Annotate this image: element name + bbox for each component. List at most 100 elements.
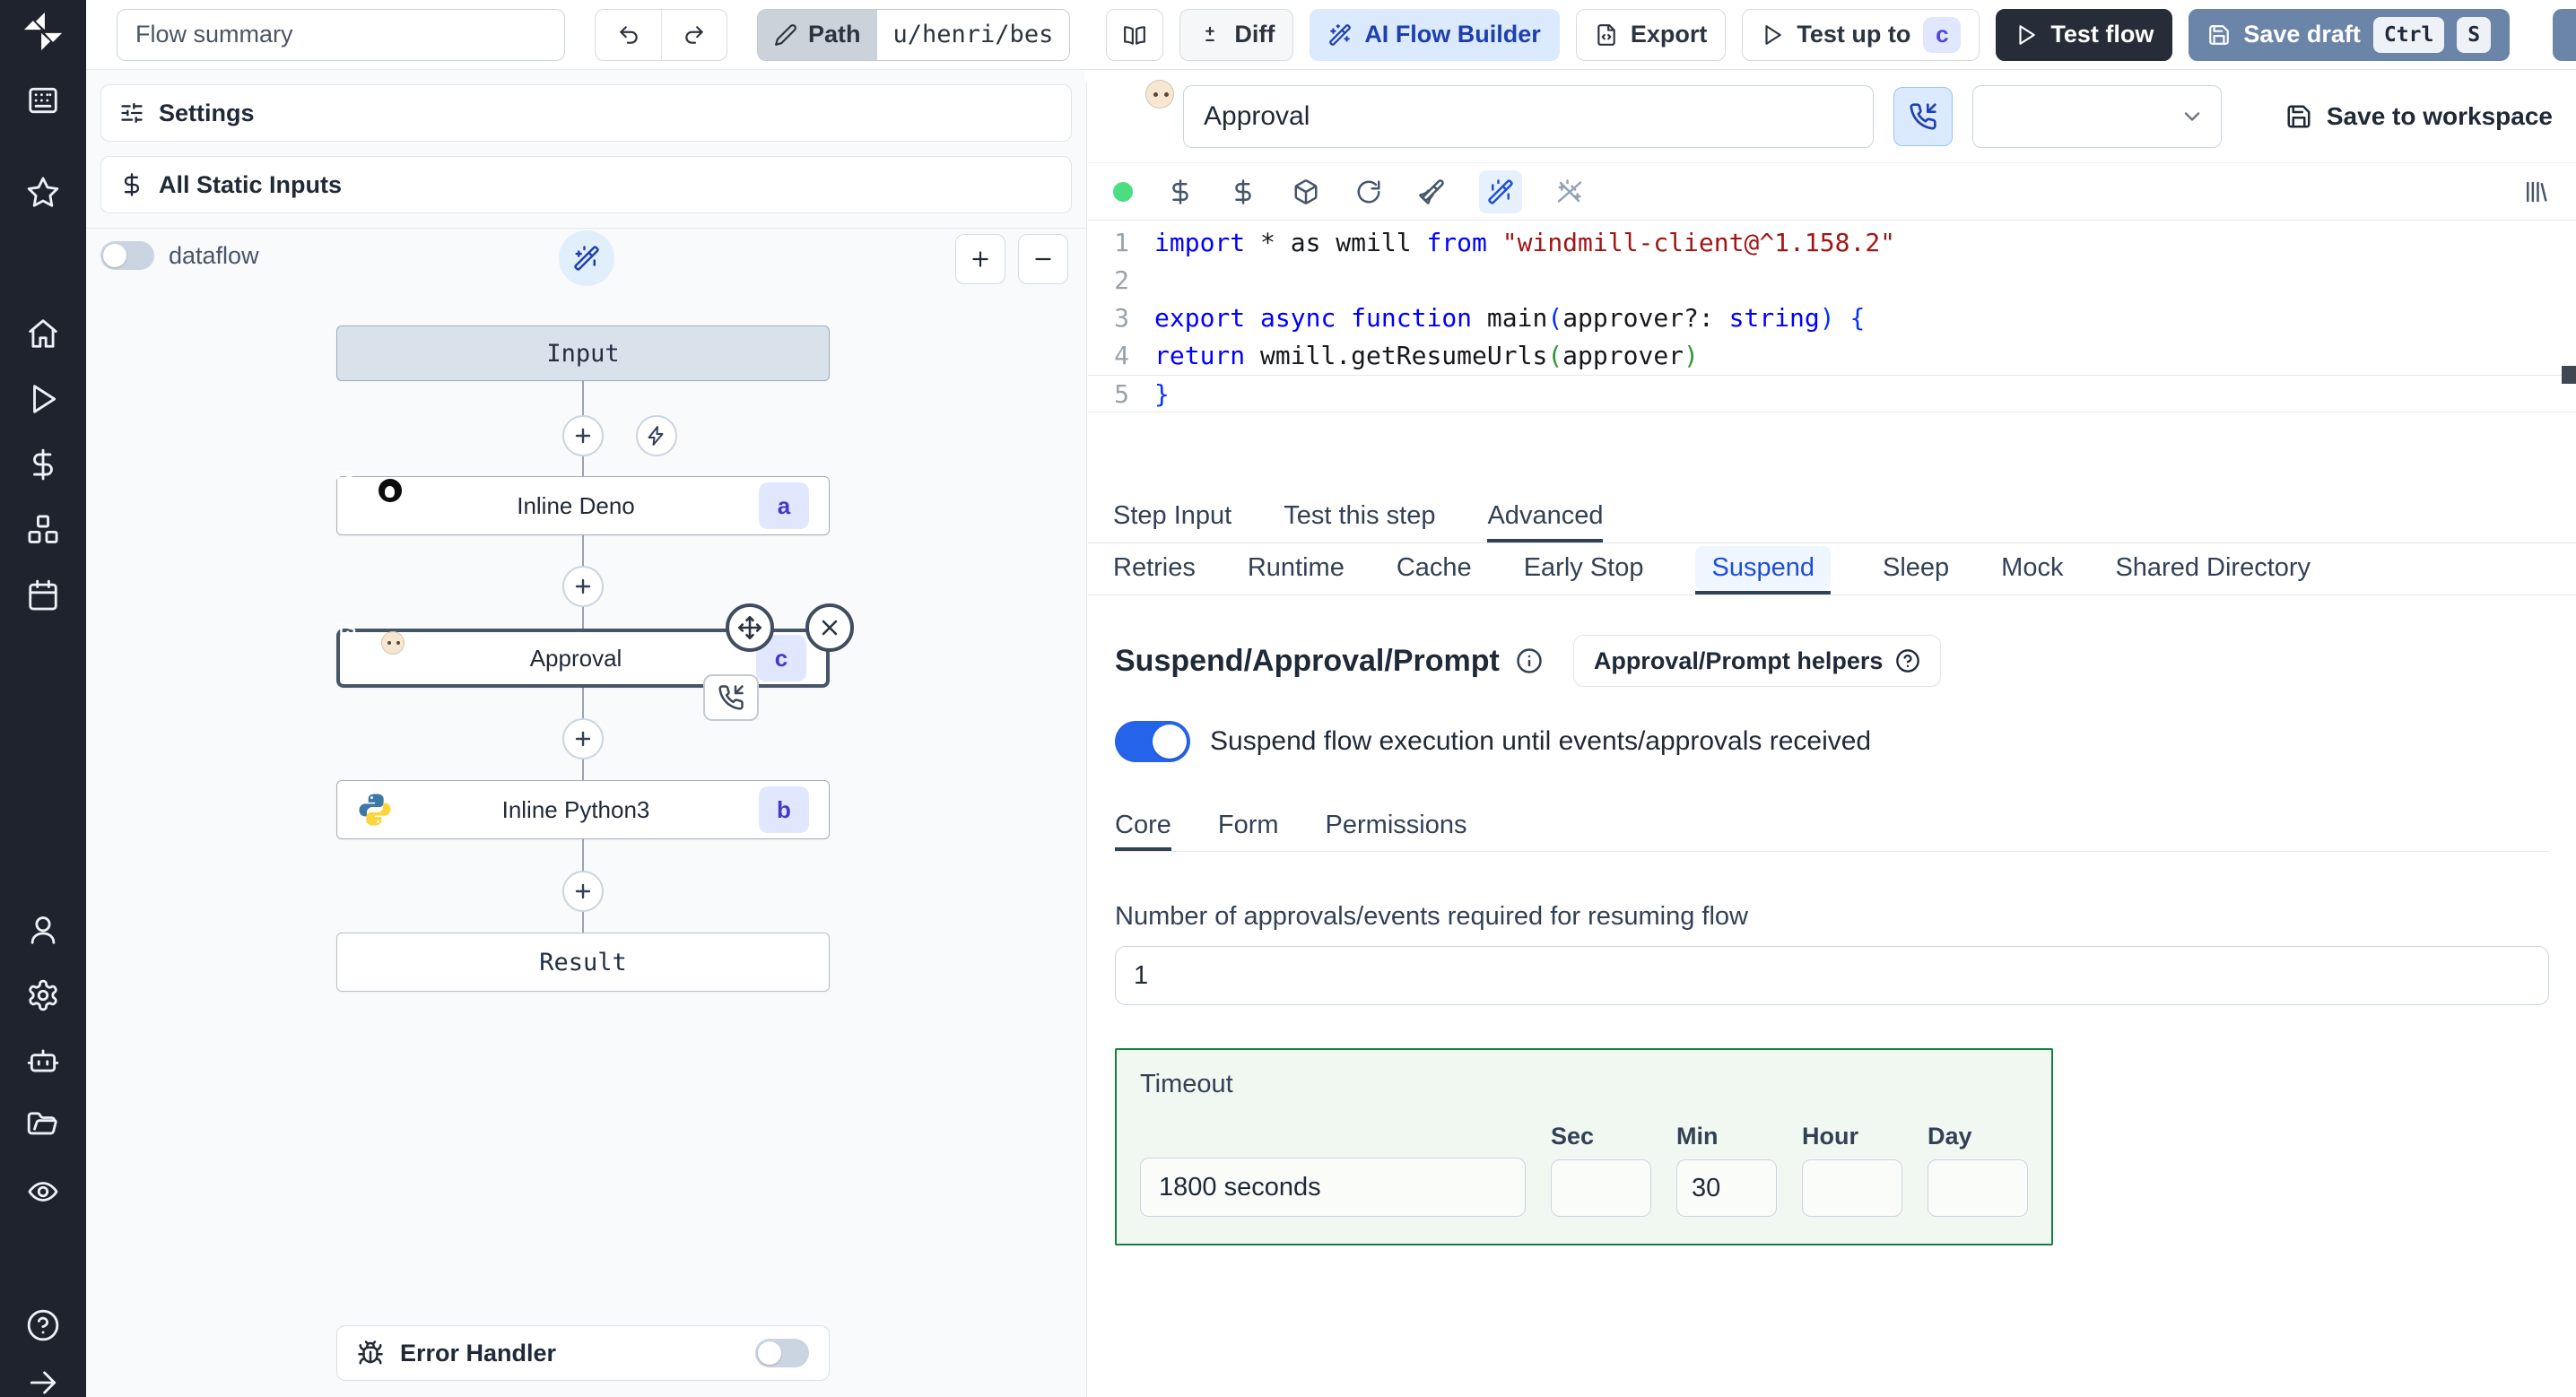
sidebar-item-calendar-icon[interactable]: [23, 576, 63, 615]
approvals-count-input[interactable]: [1115, 946, 2549, 1005]
diff-button[interactable]: Diff: [1179, 8, 1294, 61]
subtab-form[interactable]: Form: [1218, 802, 1279, 851]
timeout-day-input[interactable]: [1928, 1159, 2028, 1217]
paintbrush-icon: [1418, 178, 1445, 205]
subtab-sleep[interactable]: Sleep: [1883, 543, 1949, 594]
save-draft-button[interactable]: Save draft Ctrl S: [2189, 8, 2511, 61]
code-line: 3 export async function main(approver?: s…: [1088, 299, 2576, 337]
sidebar-item-folder-open-icon[interactable]: [23, 1106, 63, 1146]
path-value: u/henri/bes: [876, 9, 1070, 60]
insert-step-button[interactable]: [562, 871, 604, 912]
sidebar-item-home-icon[interactable]: [23, 314, 63, 353]
error-handler-label: Error Handler: [400, 1339, 557, 1367]
windmill-logo-icon[interactable]: [20, 11, 66, 52]
timeout-total-display: 1800 seconds: [1140, 1158, 1526, 1217]
add-trigger-button[interactable]: [636, 415, 677, 456]
subtab-suspend[interactable]: Suspend: [1695, 543, 1831, 594]
editor-scrollbar-thumb[interactable]: [2562, 366, 2576, 384]
input-node-label: Input: [546, 339, 620, 368]
graph-node-input[interactable]: Input: [336, 325, 830, 381]
advanced-subtabs: Retries Runtime Cache Early Stop Suspend…: [1088, 543, 2576, 595]
code-line: 1 import * as wmill from "windmill-client…: [1088, 224, 2576, 262]
result-node-label: Result: [539, 948, 627, 976]
tab-test-this-step[interactable]: Test this step: [1284, 491, 1435, 542]
info-icon[interactable]: [1516, 647, 1543, 674]
subtab-shared-directory[interactable]: Shared Directory: [2115, 543, 2311, 594]
sidebar-item-dollar-icon[interactable]: [23, 445, 63, 484]
tab-step-input[interactable]: Step Input: [1113, 491, 1231, 542]
resource-picker-button[interactable]: [1228, 177, 1258, 207]
approvals-count-label: Number of approvals/events required for …: [1115, 902, 1748, 931]
export-button[interactable]: Export: [1575, 8, 1727, 61]
step-name-input[interactable]: [1183, 84, 1874, 148]
ai-flow-builder-button[interactable]: AI Flow Builder: [1310, 8, 1560, 61]
move-node-button[interactable]: [726, 603, 774, 652]
code-editor[interactable]: 1 import * as wmill from "windmill-client…: [1088, 221, 2576, 491]
timeout-min-input[interactable]: [1676, 1159, 1777, 1217]
dollar-icon: [1167, 178, 1194, 205]
deploy-button-partial[interactable]: [2553, 9, 2576, 61]
suspend-indicator-button[interactable]: [1893, 86, 1953, 146]
insert-step-button[interactable]: [562, 415, 604, 456]
test-flow-button[interactable]: Test flow: [1996, 8, 2173, 61]
graph-node-inline-deno[interactable]: TS Inline Deno a: [334, 468, 830, 535]
subtab-mock[interactable]: Mock: [2001, 543, 2063, 594]
timeout-sec-input[interactable]: [1551, 1159, 1651, 1217]
timeout-hour-input[interactable]: [1802, 1159, 1902, 1217]
suspend-toggle[interactable]: [1115, 721, 1190, 762]
error-handler-toggle[interactable]: [755, 1339, 809, 1367]
approval-prompt-helpers-button[interactable]: Approval/Prompt helpers: [1572, 635, 1942, 687]
error-handler-bar[interactable]: Error Handler: [336, 1325, 830, 1381]
sidebar-item-arrow-right-icon[interactable]: [23, 1363, 63, 1397]
subtab-permissions[interactable]: Permissions: [1326, 802, 1467, 851]
pencil-icon: [774, 23, 797, 47]
package-button[interactable]: [1291, 177, 1321, 207]
format-button[interactable]: [1416, 177, 1447, 207]
graph-node-inline-python3[interactable]: Inline Python3 b: [336, 780, 830, 839]
suspend-approval-badge[interactable]: [703, 674, 759, 721]
docs-button[interactable]: [1106, 8, 1164, 61]
subtab-cache[interactable]: Cache: [1397, 543, 1472, 594]
ai-disabled-button[interactable]: [1554, 177, 1585, 207]
sidebar-item-user-icon[interactable]: [23, 910, 63, 950]
script-version-select[interactable]: [1972, 84, 2222, 148]
redo-button[interactable]: [661, 9, 727, 60]
test-up-to-button[interactable]: Test up to c: [1742, 8, 1980, 61]
step-editor-panel: TS Save to workspace 1import * as wmill …: [1080, 64, 2576, 1397]
step-tabs: Step Input Test this step Advanced: [1088, 491, 2576, 543]
subtab-core[interactable]: Core: [1115, 802, 1171, 851]
timeout-section: Timeout 1800 seconds Sec Min Hour: [1115, 1048, 2053, 1245]
node-label: Approval: [529, 644, 622, 672]
sidebar-item-bot-icon[interactable]: [23, 1041, 63, 1080]
deno-icon: [379, 479, 402, 502]
subtab-runtime[interactable]: Runtime: [1248, 543, 1345, 594]
subtab-early-stop[interactable]: Early Stop: [1524, 543, 1644, 594]
ai-assistant-button[interactable]: [1479, 169, 1522, 213]
node-id-badge: b: [759, 786, 809, 833]
sidebar-item-apps-icon[interactable]: [23, 81, 63, 120]
tab-advanced[interactable]: Advanced: [1487, 491, 1604, 542]
line-number: 5: [1114, 379, 1129, 409]
reload-button[interactable]: [1353, 177, 1384, 207]
insert-step-button[interactable]: [562, 566, 604, 607]
sidebar-item-boxes-icon[interactable]: [23, 510, 63, 550]
sidebar-item-eye-icon[interactable]: [23, 1172, 63, 1211]
sidebar-item-star-icon[interactable]: [23, 172, 63, 212]
insert-step-button[interactable]: [562, 718, 604, 759]
path-button[interactable]: Path u/henri/bes: [757, 8, 1071, 61]
graph-node-result[interactable]: Result: [336, 933, 830, 992]
delete-node-button[interactable]: [805, 603, 854, 652]
flow-summary-input[interactable]: [117, 8, 565, 61]
sidebar-item-help-icon[interactable]: [23, 1306, 63, 1345]
baby-emoji-icon: [381, 631, 405, 655]
save-icon: [2207, 23, 2231, 47]
sidebar-item-play-icon[interactable]: [23, 379, 63, 419]
flow-panel: Settings All Static Inputs dataflow Inpu…: [86, 70, 1087, 1397]
subtab-retries[interactable]: Retries: [1113, 543, 1196, 594]
chevron-down-icon: [2180, 104, 2205, 129]
undo-button[interactable]: [596, 10, 661, 60]
sidebar-item-gear-icon[interactable]: [23, 976, 63, 1015]
save-to-workspace-button[interactable]: Save to workspace: [2285, 102, 2553, 131]
variable-picker-button[interactable]: [1165, 177, 1196, 207]
library-button[interactable]: [2520, 177, 2551, 207]
